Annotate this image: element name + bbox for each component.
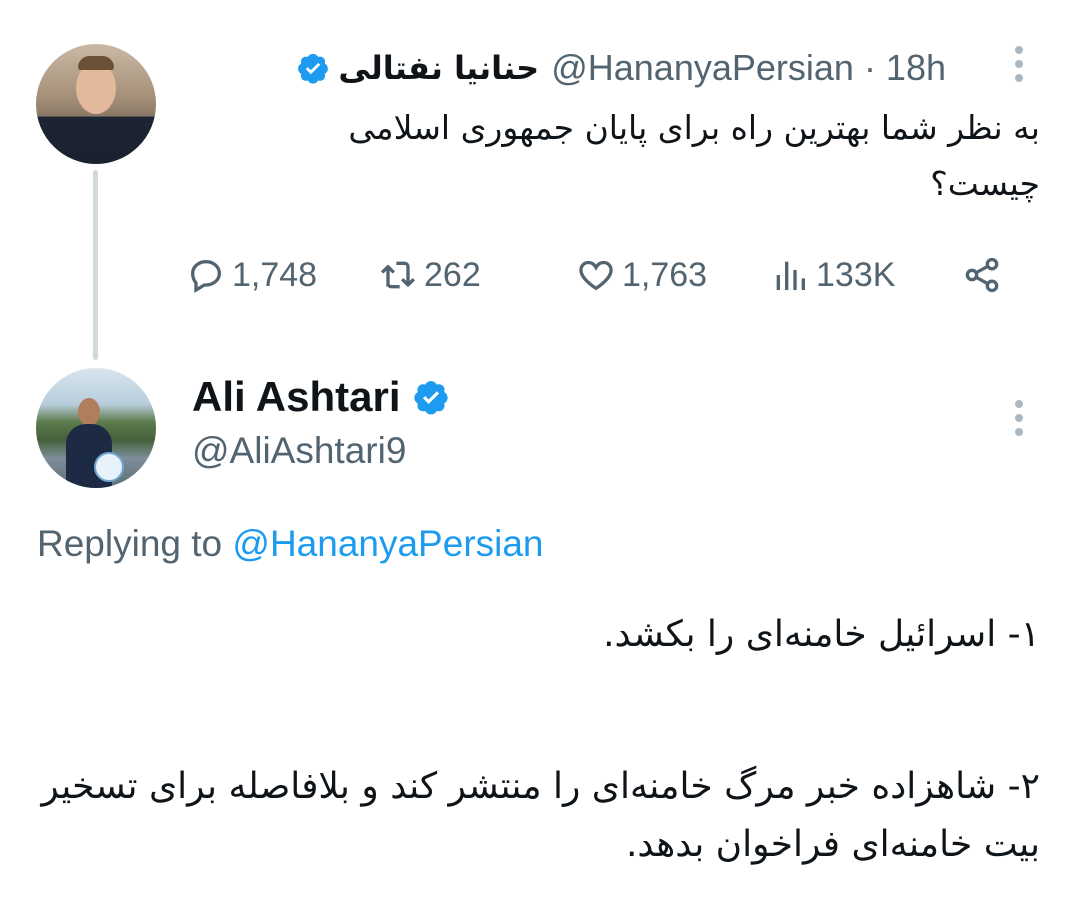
retweet-button[interactable]: 262 — [378, 250, 481, 300]
reply-author: Ali Ashtari — [192, 373, 450, 421]
original-display-name[interactable]: حنانیا نفتالی — [338, 49, 539, 87]
reply-paragraph-1: ۱- اسرائیل خامنه‌ای را بکشد. — [603, 614, 1040, 655]
original-tweet-text: به نظر شما بهترین راه برای پایان جمهوری … — [348, 108, 1040, 203]
replying-to-line: Replying to @HananyaPersian — [37, 523, 544, 565]
avatar-hair — [78, 56, 114, 70]
avatar-face — [78, 398, 100, 426]
like-icon — [579, 260, 613, 291]
replying-prefix: Replying to — [37, 523, 223, 564]
reply-display-name[interactable]: Ali Ashtari — [192, 373, 400, 421]
more-icon[interactable] — [1013, 46, 1025, 88]
reply-icon — [190, 259, 222, 293]
original-time[interactable]: · 18h — [864, 47, 946, 89]
avatar-ali-ashtari[interactable] — [36, 368, 156, 488]
verified-badge-icon — [298, 53, 329, 84]
original-tweet-header: @HananyaPersian · 18h حنانیا نفتالی — [186, 40, 946, 96]
avatar-emblem — [94, 452, 124, 482]
like-count: 1,763 — [622, 255, 708, 294]
retweet-count: 262 — [424, 255, 481, 294]
reply-button[interactable]: 1,748 — [186, 250, 317, 300]
views-button[interactable]: 133K — [770, 250, 895, 300]
replying-to-link[interactable]: @HananyaPersian — [232, 523, 543, 564]
more-icon[interactable] — [1013, 400, 1025, 442]
retweet-icon — [380, 261, 416, 289]
share-icon — [965, 257, 999, 293]
reply-count: 1,748 — [232, 255, 318, 294]
thread-connector — [93, 170, 98, 360]
original-handle[interactable]: @HananyaPersian — [551, 47, 854, 89]
views-count: 133K — [816, 255, 896, 294]
like-button[interactable]: 1,763 — [576, 250, 707, 300]
tweet-action-bar: 1,748 262 1,763 133K — [186, 250, 1016, 300]
reply-paragraph-2: ۲- شاهزاده خبر مرگ خامنه‌ای را منتشر کند… — [41, 766, 1040, 865]
avatar-hananya[interactable] — [36, 44, 156, 164]
views-icon — [776, 261, 805, 290]
share-button[interactable] — [962, 250, 1008, 300]
reply-handle[interactable]: @AliAshtari9 — [192, 430, 406, 472]
verified-badge-icon — [414, 381, 449, 415]
